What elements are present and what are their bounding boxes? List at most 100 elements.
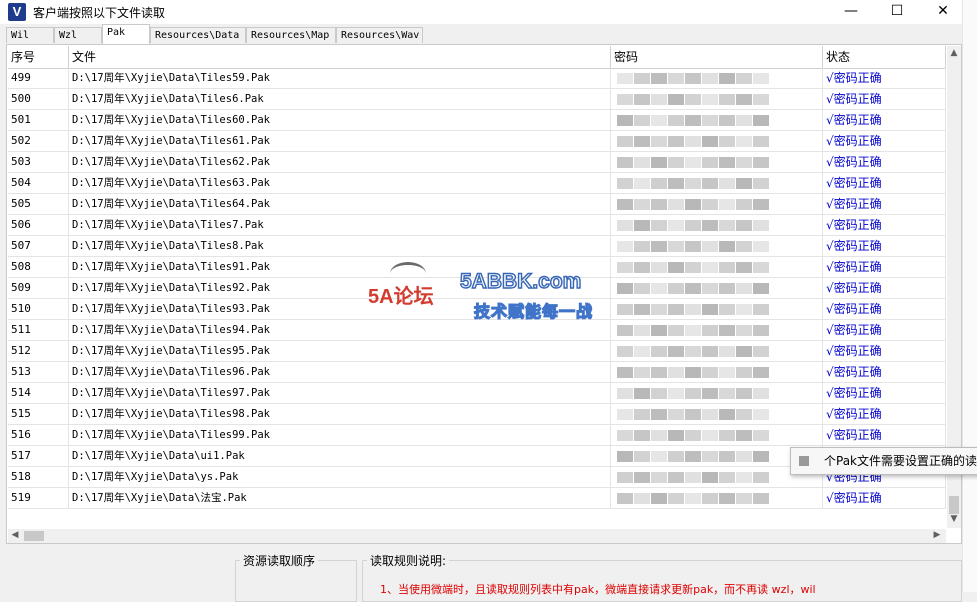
password-mask-block (753, 157, 769, 168)
row-status: √密码正确 (823, 488, 946, 508)
table-row[interactable]: 505 D:\17周年\Xyjie\Data\Tiles64.Pak √密码正确 (8, 194, 946, 215)
row-password-masked (611, 173, 823, 193)
table-row[interactable]: 507 D:\17周年\Xyjie\Data\Tiles8.Pak √密码正确 (8, 236, 946, 257)
close-button[interactable]: ✕ (920, 0, 966, 24)
header-password[interactable]: 密码 (611, 46, 823, 68)
password-mask-block (753, 451, 769, 462)
horizontal-scrollbar[interactable]: ◀ ▶ (8, 529, 946, 543)
table-row[interactable]: 499 D:\17周年\Xyjie\Data\Tiles59.Pak √密码正确 (8, 68, 946, 89)
password-mask-block (685, 346, 701, 357)
rule-line-1: 1、当使用微端时，且读取规则列表中有pak，微端直接请求更新pak，而不再读 w… (380, 583, 816, 596)
password-mask-block (753, 73, 769, 84)
password-mask-block (617, 472, 633, 483)
password-mask-block (651, 94, 667, 105)
row-status: √密码正确 (823, 110, 946, 130)
table-row[interactable]: 516 D:\17周年\Xyjie\Data\Tiles99.Pak √密码正确 (8, 425, 946, 446)
row-file-path: D:\17周年\Xyjie\Data\Tiles8.Pak (69, 236, 611, 256)
scroll-up-icon[interactable]: ▲ (947, 48, 961, 58)
password-mask-block (736, 304, 752, 315)
tab-pak[interactable]: Pak (102, 24, 150, 44)
row-password-masked (611, 257, 823, 277)
password-mask-block (702, 136, 718, 147)
password-mask-block (634, 409, 650, 420)
row-number: 508 (8, 257, 69, 277)
password-mask-block (702, 178, 718, 189)
row-number: 518 (8, 467, 69, 487)
password-mask-block (702, 157, 718, 168)
row-status: √密码正确 (823, 131, 946, 151)
table-row[interactable]: 503 D:\17周年\Xyjie\Data\Tiles62.Pak √密码正确 (8, 152, 946, 173)
password-mask-block (685, 325, 701, 336)
tab-bar: Wil Wzl Pak Resources\Data Resources\Map… (0, 24, 962, 44)
tab-wzl[interactable]: Wzl (54, 27, 102, 43)
password-mask-block (753, 367, 769, 378)
header-status[interactable]: 状态 (823, 46, 946, 68)
password-mask-block (668, 430, 684, 441)
password-mask-block (685, 283, 701, 294)
password-mask-block (719, 241, 735, 252)
row-password-masked (611, 131, 823, 151)
table-row[interactable]: 512 D:\17周年\Xyjie\Data\Tiles95.Pak √密码正确 (8, 341, 946, 362)
tab-resources-wav[interactable]: Resources\Wav (336, 27, 423, 43)
password-mask-block (736, 367, 752, 378)
table-row[interactable]: 519 D:\17周年\Xyjie\Data\法宝.Pak √密码正确 (8, 488, 946, 509)
row-number: 517 (8, 446, 69, 466)
password-mask-block (651, 220, 667, 231)
password-mask-block (753, 283, 769, 294)
password-mask-block (634, 388, 650, 399)
row-password-masked (611, 320, 823, 340)
password-mask-block (668, 451, 684, 462)
table-row[interactable]: 515 D:\17周年\Xyjie\Data\Tiles98.Pak √密码正确 (8, 404, 946, 425)
password-mask-block (617, 388, 633, 399)
scroll-left-icon[interactable]: ◀ (8, 530, 22, 540)
password-mask-block (719, 178, 735, 189)
row-file-path: D:\17周年\Xyjie\Data\Tiles63.Pak (69, 173, 611, 193)
password-mask-block (685, 388, 701, 399)
password-mask-block (753, 115, 769, 126)
password-mask-block (702, 94, 718, 105)
row-password-masked (611, 341, 823, 361)
row-password-masked (611, 194, 823, 214)
vertical-scroll-thumb[interactable] (949, 496, 959, 514)
header-file[interactable]: 文件 (69, 46, 611, 68)
app-logo-icon: V (8, 3, 26, 21)
row-password-masked (611, 404, 823, 424)
table-row[interactable]: 501 D:\17周年\Xyjie\Data\Tiles60.Pak √密码正确 (8, 110, 946, 131)
password-mask-block (702, 472, 718, 483)
header-num[interactable]: 序号 (8, 46, 69, 68)
table-row[interactable]: 502 D:\17周年\Xyjie\Data\Tiles61.Pak √密码正确 (8, 131, 946, 152)
password-mask-block (719, 409, 735, 420)
password-mask-block (719, 367, 735, 378)
password-mask-block (702, 283, 718, 294)
scroll-right-icon[interactable]: ▶ (930, 530, 944, 540)
row-status: √密码正确 (823, 278, 946, 298)
row-file-path: D:\17周年\Xyjie\Data\法宝.Pak (69, 488, 611, 508)
read-rules-label: 读取规则说明: (367, 552, 450, 569)
maximize-button[interactable]: ☐ (874, 0, 920, 24)
password-mask-block (685, 451, 701, 462)
password-mask-block (651, 262, 667, 273)
row-file-path: D:\17周年\Xyjie\Data\Tiles95.Pak (69, 341, 611, 361)
password-mask-block (668, 73, 684, 84)
password-mask-block (736, 241, 752, 252)
tab-wil[interactable]: Wil (6, 27, 54, 43)
tab-resources-data[interactable]: Resources\Data (150, 27, 246, 43)
minimize-button[interactable]: — (828, 0, 874, 24)
scroll-down-icon[interactable]: ▼ (947, 514, 961, 524)
table-row[interactable]: 504 D:\17周年\Xyjie\Data\Tiles63.Pak √密码正确 (8, 173, 946, 194)
password-mask-block (753, 241, 769, 252)
row-file-path: D:\17周年\Xyjie\Data\Tiles99.Pak (69, 425, 611, 445)
password-mask-block (651, 325, 667, 336)
table-row[interactable]: 506 D:\17周年\Xyjie\Data\Tiles7.Pak √密码正确 (8, 215, 946, 236)
row-password-masked (611, 299, 823, 319)
tab-resources-map[interactable]: Resources\Map (246, 27, 336, 43)
row-file-path: D:\17周年\Xyjie\Data\Tiles96.Pak (69, 362, 611, 382)
table-row[interactable]: 514 D:\17周年\Xyjie\Data\Tiles97.Pak √密码正确 (8, 383, 946, 404)
table-row[interactable]: 500 D:\17周年\Xyjie\Data\Tiles6.Pak √密码正确 (8, 89, 946, 110)
table-row[interactable]: 513 D:\17周年\Xyjie\Data\Tiles96.Pak √密码正确 (8, 362, 946, 383)
password-mask-block (719, 451, 735, 462)
horizontal-scroll-thumb[interactable] (24, 531, 44, 541)
row-number: 506 (8, 215, 69, 235)
password-mask-block (634, 241, 650, 252)
password-mask-block (719, 199, 735, 210)
